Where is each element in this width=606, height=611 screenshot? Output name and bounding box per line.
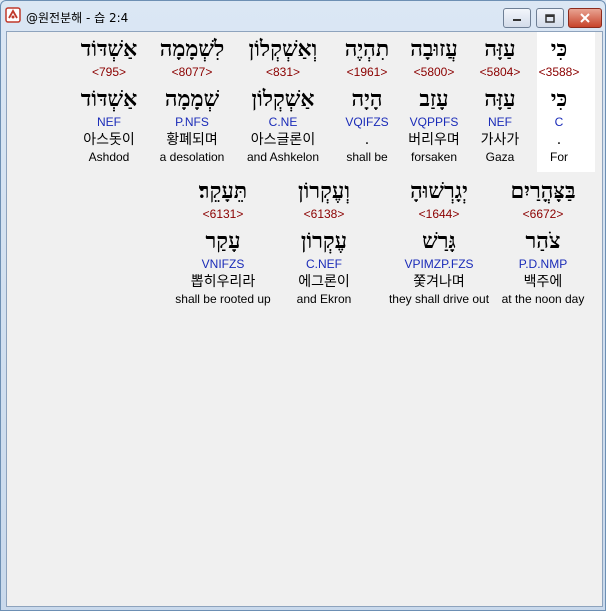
close-icon: [580, 13, 590, 23]
hebrew-word: יְגָרְשׁוּהָ: [410, 178, 468, 204]
english-gloss: they shall drive out: [388, 292, 490, 306]
english-gloss: at the noon day: [501, 292, 585, 306]
strong-number: <6138>: [303, 207, 345, 221]
hebrew-word: כִּי: [550, 36, 568, 62]
app-logo-icon: [5, 7, 21, 23]
morphology-code: C.NEF: [306, 257, 342, 271]
korean-gloss: .: [556, 132, 562, 148]
english-gloss: Ashdod: [88, 150, 130, 164]
korean-gloss: 뽑히우리라: [190, 274, 256, 290]
window-title: @원전분해 - 습 2:4: [26, 11, 129, 25]
korean-gloss: 황폐되며: [166, 132, 218, 148]
lemma-word: שְׁמָמָה: [164, 86, 220, 112]
lemma-word: גָּרַשׁ: [422, 228, 456, 254]
english-gloss: a desolation: [159, 150, 225, 164]
close-button[interactable]: [568, 8, 602, 28]
lemma-word: כִּי: [550, 86, 568, 112]
strong-number: <3588>: [538, 65, 580, 79]
hebrew-word: וְאַשְׁקְלוֹן: [248, 36, 318, 62]
lemma-word: צֹהַר: [525, 228, 561, 254]
word-column[interactable]: אַשְׁדּוֹד <795> אַשְׁדּוֹד NEF 아스돗이 Ashdod: [63, 34, 155, 165]
word-column[interactable]: וְעֶקְרוֹן <6138> עֶקְרוֹן C.NEF 에그론이 and Ekr…: [266, 176, 382, 307]
hebrew-word: וְעֶקְרוֹן: [298, 178, 350, 204]
hebrew-word: לִשְׁמָמָה: [159, 36, 225, 62]
lemma-word: אַשְׁקְלוֹן: [251, 86, 315, 112]
word-column[interactable]: יְגָרְשׁוּהָ <1644> גָּרַשׁ VPIMZP.FZS 쫓겨나며 t…: [381, 176, 497, 307]
korean-gloss: 아스글론이: [250, 132, 316, 148]
english-gloss: shall be rooted up: [175, 292, 271, 306]
maximize-button[interactable]: [536, 8, 564, 28]
word-column[interactable]: לִשְׁמָמָה <8077> שְׁמָמָה P.NFS 황폐되며 a desol…: [146, 34, 238, 165]
word-column[interactable]: בַּצָּהֳרַיִם <6672> צֹהַר P.D.NMP 백주에 at the…: [485, 176, 601, 307]
minimize-icon: [513, 19, 521, 21]
app-window: @원전분해 - 습 2:4 אַשְׁדּוֹד <795> אַשְׁדּוֹד N…: [0, 0, 606, 611]
english-gloss: and Ekron: [296, 292, 352, 306]
maximize-icon: [545, 13, 555, 23]
morphology-code: VPIMZP.FZS: [404, 257, 474, 271]
korean-gloss: 아스돗이: [83, 132, 135, 148]
morphology-code: C.NE: [268, 115, 298, 129]
english-gloss: and Ashkelon: [246, 150, 320, 164]
morphology-code: NEF: [97, 115, 121, 129]
title-bar[interactable]: @원전분해 - 습 2:4: [1, 1, 605, 31]
lemma-word: עָקַר: [205, 228, 241, 254]
korean-gloss: 에그론이: [298, 274, 350, 290]
morphology-code: P.NFS: [175, 115, 209, 129]
word-column[interactable]: וְאַשְׁקְלוֹן <831> אַשְׁקְלוֹן C.NE 아스글론이 an…: [237, 34, 329, 165]
strong-number: <8077>: [171, 65, 213, 79]
hebrew-word: אַשְׁדּוֹד: [80, 36, 138, 62]
morphology-code: P.D.NMP: [518, 257, 568, 271]
minimize-button[interactable]: [503, 8, 531, 28]
hebrew-word: תֵּעָקֵר׃: [198, 178, 248, 204]
morphology-code: VNIFZS: [201, 257, 245, 271]
english-gloss: For: [550, 150, 568, 164]
korean-gloss: 백주에: [523, 274, 563, 290]
word-column[interactable]: תֵּעָקֵר׃ <6131> עָקַר VNIFZS 뽑히우리라 shall be …: [165, 176, 281, 307]
lemma-word: אַשְׁדּוֹד: [80, 86, 138, 112]
content-area[interactable]: אַשְׁדּוֹד <795> אַשְׁדּוֹד NEF 아스돗이 Ashdod לִ…: [6, 31, 603, 607]
strong-number: <1644>: [418, 207, 460, 221]
strong-number: <795>: [91, 65, 127, 79]
hebrew-word: בַּצָּהֳרַיִם: [510, 178, 576, 204]
morphology-code: C: [554, 115, 564, 129]
korean-gloss: 쫓겨나며: [413, 274, 465, 290]
lemma-word: עֶקְרוֹן: [300, 228, 348, 254]
strong-number: <6672>: [522, 207, 564, 221]
strong-number: <6131>: [202, 207, 244, 221]
word-column[interactable]: כִּי <3588> כִּי C. For: [513, 34, 605, 165]
strong-number: <831>: [265, 65, 301, 79]
